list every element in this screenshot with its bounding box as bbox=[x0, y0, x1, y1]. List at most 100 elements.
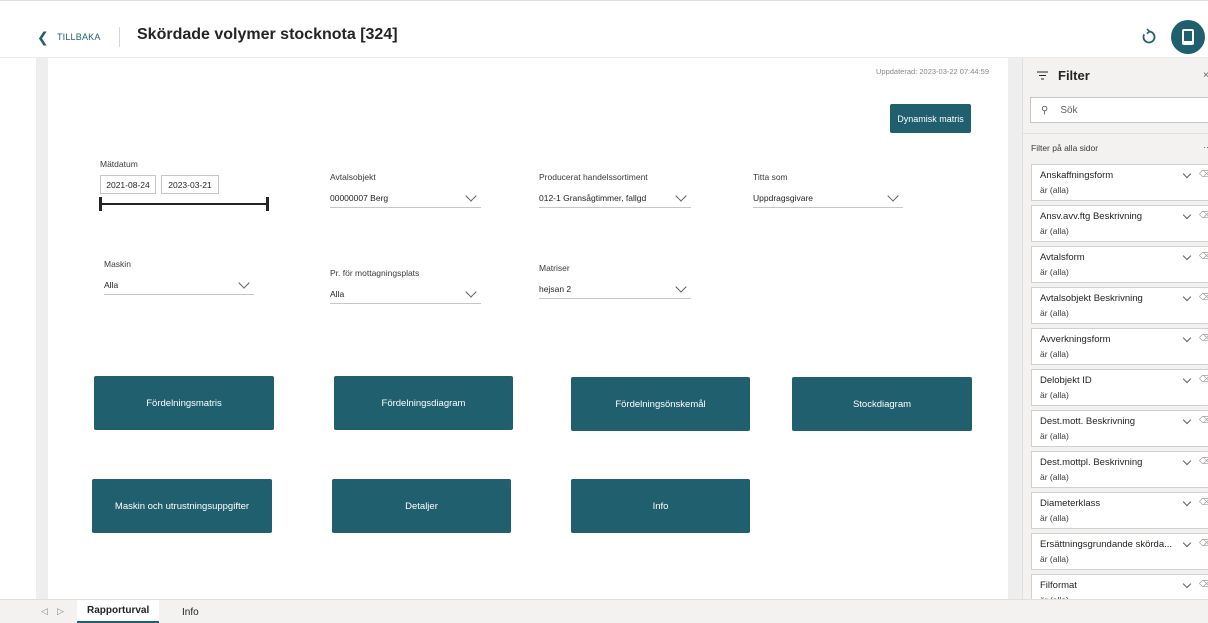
chevron-left-icon: ❮ bbox=[37, 29, 49, 45]
dynamic-matrix-button[interactable]: Dynamisk matris bbox=[890, 104, 971, 133]
maskin-label: Maskin bbox=[104, 259, 131, 269]
sortiment-label: Producerat handelssortiment bbox=[539, 172, 648, 182]
report-app: ❮ TILLBAKA Skördade volymer stocknota [3… bbox=[0, 0, 1208, 623]
mottagning-label: Pr. för mottagningsplats bbox=[330, 268, 420, 278]
filter-search-input[interactable]: ⚲ Sök bbox=[1030, 97, 1208, 123]
detaljer-button[interactable]: Detaljer bbox=[332, 479, 511, 533]
eraser-icon[interactable]: ⌫ bbox=[1199, 210, 1208, 221]
filter-card-name: Avtalsobjekt Beskrivning bbox=[1040, 293, 1143, 304]
filter-card[interactable]: Dest.mott. Beskrivning är (alla) ⌫ bbox=[1031, 410, 1208, 447]
header-divider bbox=[119, 27, 120, 47]
back-button[interactable]: ❮ TILLBAKA bbox=[37, 29, 101, 45]
tab-next-icon[interactable]: ▷ bbox=[57, 606, 64, 617]
filter-card-state: är (alla) bbox=[1040, 308, 1069, 318]
filter-card[interactable]: Ersättningsgrundande skörda... är (alla) ⌫ bbox=[1031, 533, 1208, 570]
matdatum-label: Mätdatum bbox=[100, 159, 138, 169]
tab-prev-icon[interactable]: ◁ bbox=[41, 606, 48, 617]
date-slider-handle-end[interactable] bbox=[266, 197, 269, 211]
filter-title: Filter bbox=[1058, 68, 1090, 83]
titta-som-value: Uppdragsgivare bbox=[753, 192, 814, 203]
date-from-input[interactable]: 2021-08-24 bbox=[100, 175, 156, 194]
tab-info[interactable]: Info bbox=[172, 600, 209, 623]
maskin-utrustning-button[interactable]: Maskin och utrustningsuppgifter bbox=[92, 479, 272, 533]
chevron-down-icon[interactable] bbox=[1182, 292, 1192, 302]
date-slider-handle-start[interactable] bbox=[99, 197, 102, 211]
filter-card-name: Diameterklass bbox=[1040, 498, 1101, 509]
filter-card[interactable]: Ansv.avv.ftg Beskrivning är (alla) ⌫ bbox=[1031, 205, 1208, 242]
eraser-icon[interactable]: ⌫ bbox=[1199, 579, 1208, 590]
filter-card-name: Delobjekt ID bbox=[1040, 375, 1092, 386]
eraser-icon[interactable]: ⌫ bbox=[1199, 169, 1208, 180]
info-button[interactable]: Info bbox=[571, 479, 750, 533]
fordelningsonskemal-button[interactable]: Fördelningsönskemål bbox=[571, 377, 750, 431]
chevron-down-icon[interactable] bbox=[1182, 333, 1192, 343]
stockdiagram-button[interactable]: Stockdiagram bbox=[792, 377, 972, 431]
filter-card[interactable]: Delobjekt ID är (alla) ⌫ bbox=[1031, 369, 1208, 406]
filter-card-name: Dest.mott. Beskrivning bbox=[1040, 416, 1136, 427]
chevron-down-icon[interactable] bbox=[1182, 538, 1192, 548]
avtalsobjekt-label: Avtalsobjekt bbox=[330, 172, 376, 182]
date-to-input[interactable]: 2023-03-21 bbox=[161, 175, 219, 194]
eraser-icon[interactable]: ⌫ bbox=[1199, 456, 1208, 467]
back-label: TILLBAKA bbox=[56, 32, 101, 42]
filter-card[interactable]: Avtalsobjekt Beskrivning är (alla) ⌫ bbox=[1031, 287, 1208, 324]
page-tabs: ◁ ▷ Rapporturval Info bbox=[0, 599, 1208, 623]
chevron-down-icon[interactable] bbox=[1182, 497, 1192, 507]
fordelningsmatris-button[interactable]: Fördelningsmatris bbox=[94, 376, 274, 430]
matriser-dropdown[interactable]: hejsan 2 bbox=[539, 279, 691, 299]
chevron-down-icon bbox=[238, 276, 250, 289]
filter-card-state: är (alla) bbox=[1040, 513, 1069, 523]
filter-pane: Filter × ⚲ Sök Filter på alla sidor … An… bbox=[1022, 58, 1208, 599]
filter-card[interactable]: Dest.mottpl. Beskrivning är (alla) ⌫ bbox=[1031, 451, 1208, 488]
eraser-icon[interactable]: ⌫ bbox=[1199, 333, 1208, 344]
filter-card-name: Filformat bbox=[1040, 580, 1077, 591]
chevron-down-icon[interactable] bbox=[1182, 169, 1192, 179]
fordelningsdiagram-button[interactable]: Fördelningsdiagram bbox=[334, 376, 513, 430]
filter-card-name: Avverkningsform bbox=[1040, 334, 1111, 345]
tab-rapporturval[interactable]: Rapporturval bbox=[77, 600, 160, 623]
eraser-icon[interactable]: ⌫ bbox=[1199, 292, 1208, 303]
chevron-down-icon[interactable] bbox=[1182, 415, 1192, 425]
filter-card-state: är (alla) bbox=[1040, 472, 1069, 482]
divider bbox=[1023, 133, 1208, 134]
close-icon[interactable]: × bbox=[1203, 70, 1208, 81]
book-icon[interactable] bbox=[1171, 20, 1205, 54]
filter-card[interactable]: Anskaffningsform är (alla) ⌫ bbox=[1031, 164, 1208, 201]
filter-card-name: Dest.mottpl. Beskrivning bbox=[1040, 457, 1143, 468]
filter-card[interactable]: Diameterklass är (alla) ⌫ bbox=[1031, 492, 1208, 529]
titta-som-label: Titta som bbox=[753, 172, 788, 182]
chevron-down-icon[interactable] bbox=[1182, 374, 1192, 384]
filter-card-name: Ersättningsgrundande skörda... bbox=[1040, 539, 1173, 550]
avtalsobjekt-value: 00000007 Berg bbox=[330, 192, 389, 203]
refresh-icon[interactable] bbox=[1140, 28, 1158, 46]
filter-card-state: är (alla) bbox=[1040, 226, 1069, 236]
mottagning-value: Alla bbox=[330, 288, 345, 299]
matriser-label: Matriser bbox=[539, 263, 570, 273]
page-title: Skördade volymer stocknota [324] bbox=[137, 26, 398, 43]
search-icon: ⚲ bbox=[1041, 104, 1049, 116]
filter-card-state: är (alla) bbox=[1040, 267, 1069, 277]
eraser-icon[interactable]: ⌫ bbox=[1199, 538, 1208, 549]
eraser-icon[interactable]: ⌫ bbox=[1199, 251, 1208, 262]
chevron-down-icon[interactable] bbox=[1182, 456, 1192, 466]
eraser-icon[interactable]: ⌫ bbox=[1199, 415, 1208, 426]
left-gutter bbox=[36, 58, 48, 599]
chevron-down-icon[interactable] bbox=[1182, 210, 1192, 220]
avtalsobjekt-dropdown[interactable]: 00000007 Berg bbox=[330, 188, 481, 208]
chevron-down-icon[interactable] bbox=[1182, 251, 1192, 261]
filter-card-name: Ansv.avv.ftg Beskrivning bbox=[1040, 211, 1143, 222]
titta-som-dropdown[interactable]: Uppdragsgivare bbox=[753, 188, 903, 208]
chevron-down-icon bbox=[465, 189, 477, 202]
eraser-icon[interactable]: ⌫ bbox=[1199, 497, 1208, 508]
mottagning-dropdown[interactable]: Alla bbox=[330, 284, 481, 304]
maskin-dropdown[interactable]: Alla bbox=[104, 275, 254, 295]
filter-card-state: är (alla) bbox=[1040, 349, 1069, 359]
more-options-icon[interactable]: … bbox=[1203, 140, 1208, 150]
filter-card[interactable]: Avtalsform är (alla) ⌫ bbox=[1031, 246, 1208, 283]
filter-icon bbox=[1037, 71, 1048, 80]
filter-card[interactable]: Avverkningsform är (alla) ⌫ bbox=[1031, 328, 1208, 365]
chevron-down-icon[interactable] bbox=[1182, 579, 1192, 589]
filter-card[interactable]: Filformatär (alla)⌫ bbox=[1031, 574, 1208, 599]
sortiment-dropdown[interactable]: 012-1 Gransågtimmer, fallgd bbox=[539, 188, 691, 208]
eraser-icon[interactable]: ⌫ bbox=[1199, 374, 1208, 385]
